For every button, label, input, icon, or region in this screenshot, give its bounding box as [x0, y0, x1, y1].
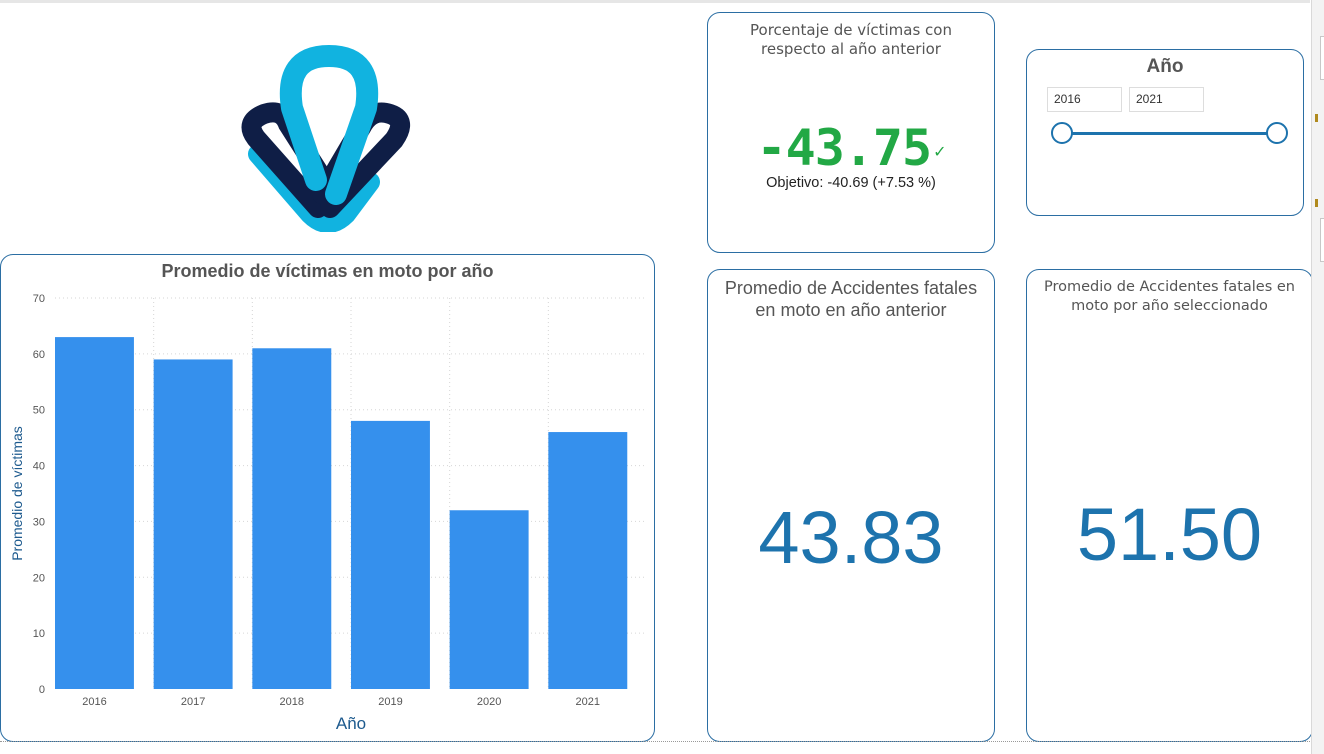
bar-chart-card: Promedio de víctimas en moto por año 0 10… [0, 254, 655, 742]
bar-chart: 0 10 20 30 40 50 60 70 2016 2017 2018 2019 2020 2021 A… [9, 293, 647, 733]
y-tick-label: 20 [33, 572, 45, 584]
pane-marker [1315, 199, 1318, 207]
card-selected-year: Promedio de Accidentes fatales en moto p… [1026, 269, 1313, 742]
logo-icon [241, 45, 410, 232]
right-pane-strip [1311, 0, 1324, 754]
x-tick-label: 2021 [576, 696, 600, 708]
card-previous-year: Promedio de Accidentes fatales en moto e… [707, 269, 995, 742]
year-slicer: Año 2016 2021 [1026, 49, 1304, 216]
bar [548, 432, 628, 689]
pane-marker [1315, 114, 1318, 122]
y-tick-label: 70 [33, 293, 45, 305]
y-tick-label: 40 [33, 461, 45, 473]
bar [153, 359, 233, 689]
y-axis-title: Promedio de víctimas [9, 426, 25, 561]
bar [252, 348, 332, 689]
x-tick-label: 2017 [181, 696, 205, 708]
x-tick-label: 2018 [280, 696, 304, 708]
year-to-input[interactable]: 2021 [1129, 87, 1204, 112]
kpi-percentage-card: Porcentaje de víctimas con respecto al a… [707, 12, 995, 253]
year-slider-start-handle[interactable] [1051, 122, 1073, 144]
card-previous-year-value: 43.83 [758, 496, 944, 579]
y-tick-label: 50 [33, 405, 45, 417]
check-icon: ✓ [933, 142, 946, 161]
year-slider-track[interactable] [1063, 132, 1275, 135]
card-previous-year-title: Promedio de Accidentes fatales en moto e… [724, 278, 978, 320]
pane-tab[interactable] [1320, 36, 1324, 80]
y-tick-label: 10 [33, 628, 45, 640]
pane-tab[interactable] [1320, 218, 1324, 262]
x-axis-title: Año [336, 714, 366, 733]
y-tick-label: 0 [39, 684, 45, 696]
card-selected-year-title: Promedio de Accidentes fatales en moto p… [1043, 279, 1295, 314]
kpi-percentage-title: Porcentaje de víctimas con respecto al a… [750, 21, 952, 58]
y-tick-label: 30 [33, 516, 45, 528]
bottom-border [0, 741, 1310, 742]
card-selected-year-value: 51.50 [1076, 493, 1263, 576]
year-slicer-title: Año [1146, 56, 1184, 77]
bar [351, 420, 430, 689]
kpi-target-text: Objetivo: -40.69 (+7.53 %) [766, 175, 936, 191]
x-tick-label: 2019 [378, 696, 402, 708]
x-tick-label: 2020 [477, 696, 501, 708]
year-from-input[interactable]: 2016 [1047, 87, 1122, 112]
top-border [0, 0, 1310, 3]
y-tick-label: 60 [33, 349, 45, 361]
bar [449, 510, 529, 689]
year-slider-end-handle[interactable] [1266, 122, 1288, 144]
kpi-percentage-number: -43.75 [756, 119, 932, 177]
x-tick-label: 2016 [82, 696, 106, 708]
bar [55, 337, 134, 689]
kpi-percentage-value: -43.75 ✓ [708, 119, 994, 177]
